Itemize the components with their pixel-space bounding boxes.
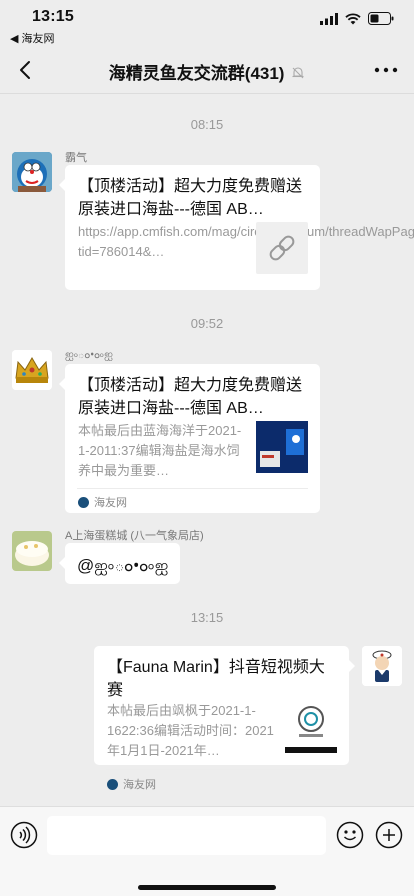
source-logo-icon bbox=[78, 496, 89, 508]
status-time: 13:15 bbox=[32, 8, 74, 25]
group-name: 海精灵鱼友交流群(431) bbox=[108, 64, 285, 83]
qr-logo-icon bbox=[285, 701, 337, 753]
avatar-sender-3[interactable] bbox=[12, 531, 52, 571]
link-card[interactable]: 【Fauna Marin】抖音短视频大赛 本帖最后由飒枫于2021-1-1622… bbox=[94, 646, 355, 765]
card-divider bbox=[77, 488, 308, 489]
card-title: 【顶楼活动】超大力度免费赠送原装进口海盐---德国 AB… bbox=[78, 178, 303, 218]
crown-avatar-icon bbox=[12, 350, 52, 390]
source-logo-icon bbox=[107, 778, 118, 790]
chat-title: 海精灵鱼友交流群(431) bbox=[0, 59, 414, 84]
link-card[interactable]: 【顶楼活动】超大力度免费赠送原装进口海盐---德国 AB… 本帖最后由蓝海海洋于… bbox=[59, 364, 320, 513]
link-icon bbox=[269, 235, 295, 261]
avatar-sender-2[interactable] bbox=[12, 350, 52, 390]
avatar-self[interactable] bbox=[362, 646, 402, 686]
status-icons bbox=[320, 12, 394, 25]
article-thumbnail bbox=[256, 421, 308, 473]
muted-bell-icon bbox=[292, 67, 304, 79]
sender-name: ஐ৹ం•ం৹ஐ bbox=[65, 349, 113, 361]
message-timestamp: 13:15 bbox=[190, 610, 224, 625]
avatar-sender-1[interactable] bbox=[12, 152, 52, 192]
status-bar: 13:15 ◀ 海友网 bbox=[0, 0, 414, 46]
message-timestamp: 09:52 bbox=[190, 316, 224, 331]
message-timestamp: 08:15 bbox=[190, 117, 224, 132]
chat-header: 海精灵鱼友交流群(431) bbox=[0, 46, 414, 94]
sender-name: 霸气 bbox=[65, 152, 87, 164]
home-indicator bbox=[138, 885, 276, 890]
card-title: 【Fauna Marin】抖音短视频大赛 bbox=[107, 659, 325, 699]
card-url: https://app.cmfish.com/mag/circle/v1/for… bbox=[78, 224, 414, 259]
card-description: 本帖最后由蓝海海洋于2021-1-2011:37编辑海盐是海水饲养中最为重要… bbox=[78, 423, 242, 478]
battery-icon bbox=[368, 12, 394, 25]
card-source: 海友网 bbox=[107, 776, 156, 792]
input-bar bbox=[0, 806, 414, 896]
emoji-icon[interactable] bbox=[336, 821, 364, 849]
card-description: 本帖最后由飒枫于2021-1-1622:36编辑活动时间：2021年1月1日-2… bbox=[107, 703, 274, 758]
source-name: 海友网 bbox=[94, 497, 127, 509]
wifi-icon bbox=[345, 12, 361, 24]
cellular-signal-icon bbox=[320, 12, 338, 25]
card-divider bbox=[106, 769, 337, 770]
back-to-app-link[interactable]: ◀ 海友网 bbox=[10, 30, 55, 46]
link-thumbnail bbox=[256, 222, 308, 274]
more-options-icon[interactable] bbox=[372, 58, 400, 82]
sender-name: A上海蛋糕城 (八一气象局店) bbox=[65, 530, 204, 542]
link-card[interactable]: 【顶楼活动】超大力度免费赠送原装进口海盐---德国 AB… https://ap… bbox=[59, 165, 414, 290]
cake-avatar-icon bbox=[12, 531, 52, 571]
plus-icon[interactable] bbox=[375, 821, 403, 849]
card-title: 【顶楼活动】超大力度免费赠送原装进口海盐---德国 AB… bbox=[78, 377, 303, 417]
article-image-icon bbox=[256, 421, 308, 473]
text-message[interactable]: @ஐ৹ం•ం৹ஐ bbox=[58, 543, 181, 584]
source-name: 海友网 bbox=[123, 779, 156, 791]
sailor-avatar-icon bbox=[362, 646, 402, 686]
card-source: 海友网 bbox=[78, 494, 127, 510]
doraemon-avatar-icon bbox=[12, 152, 52, 192]
voice-input-icon[interactable] bbox=[10, 821, 38, 849]
article-thumbnail bbox=[285, 701, 337, 753]
message-input[interactable] bbox=[47, 816, 326, 855]
